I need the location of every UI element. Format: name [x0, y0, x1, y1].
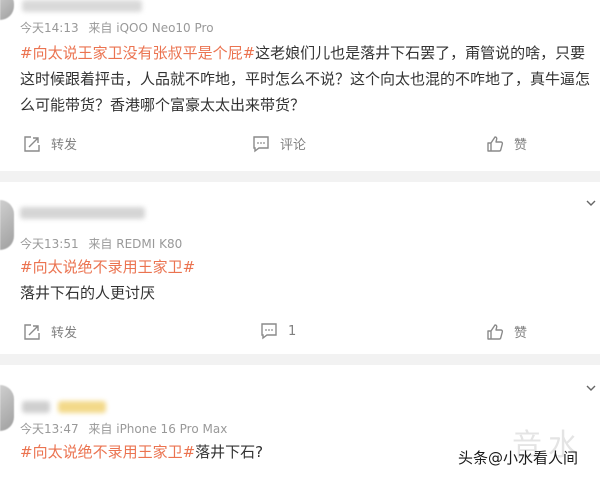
comment-card-2: 今天13:51 来自 REDMI K80 #向太说绝不录用王家卫# 落井下石的人…	[0, 182, 600, 354]
comment-body: #向太说绝不录用王家卫# 落井下石的人更讨厌	[20, 254, 595, 306]
comment-time: 今天13:51	[20, 237, 79, 251]
like-label: 赞	[514, 326, 528, 341]
avatar[interactable]	[0, 200, 14, 250]
avatar[interactable]	[0, 385, 14, 431]
repost-label: 转发	[51, 326, 78, 341]
comment-source: 来自 REDMI K80	[88, 237, 183, 251]
comment-meta: 今天14:13 来自 iQOO Neo10 Pro	[20, 19, 220, 36]
topic-tag[interactable]: #向太说王家卫没有张叔平是个屁#	[20, 44, 255, 62]
username-blurred[interactable]	[20, 207, 145, 219]
chevron-down-icon[interactable]	[585, 197, 597, 209]
like-icon	[487, 323, 504, 340]
comment-label: 评论	[280, 138, 307, 153]
repost-label: 转发	[51, 138, 78, 153]
comment-time: 今天13:47	[20, 422, 79, 436]
repost-icon	[24, 135, 40, 152]
repost-icon	[24, 323, 40, 340]
repost-button[interactable]: 转发	[23, 322, 77, 341]
comment-card-1: 今天14:13 来自 iQOO Neo10 Pro #向太说王家卫没有张叔平是个…	[0, 0, 600, 171]
like-button[interactable]: 赞	[486, 322, 527, 341]
watermark-caption: 头条@小水看人间	[458, 449, 579, 467]
comment-body: #向太说王家卫没有张叔平是个屁#这老娘们儿也是落井下石罢了，甭管说的啥，只要这时…	[20, 40, 595, 118]
like-label: 赞	[514, 138, 528, 153]
comment-source: 来自 iQOO Neo10 Pro	[88, 21, 214, 35]
chevron-down-icon[interactable]	[585, 382, 597, 394]
comment-icon	[253, 135, 269, 152]
like-button[interactable]: 赞	[486, 134, 527, 153]
avatar[interactable]	[0, 0, 14, 20]
username-blurred[interactable]	[22, 0, 142, 12]
comment-meta: 今天13:47 来自 iPhone 16 Pro Max	[20, 420, 233, 437]
comment-count: 1	[288, 323, 297, 339]
comment-button[interactable]: 评论	[252, 134, 306, 153]
comment-time: 今天14:13	[20, 21, 79, 35]
username-blurred[interactable]	[22, 401, 50, 413]
comment-meta: 今天13:51 来自 REDMI K80	[20, 235, 188, 252]
comment-source: 来自 iPhone 16 Pro Max	[88, 422, 228, 436]
comment-icon	[261, 323, 277, 340]
comment-button[interactable]: 1	[260, 322, 296, 340]
topic-tag[interactable]: #向太说绝不录用王家卫#	[20, 258, 195, 276]
topic-tag[interactable]: #向太说绝不录用王家卫#	[20, 443, 195, 461]
comment-text: 落井下石的人更讨厌	[20, 284, 156, 302]
user-badge-blurred	[58, 401, 106, 413]
comment-text: 落井下石?	[195, 443, 264, 461]
repost-button[interactable]: 转发	[23, 134, 77, 153]
like-icon	[487, 135, 504, 152]
